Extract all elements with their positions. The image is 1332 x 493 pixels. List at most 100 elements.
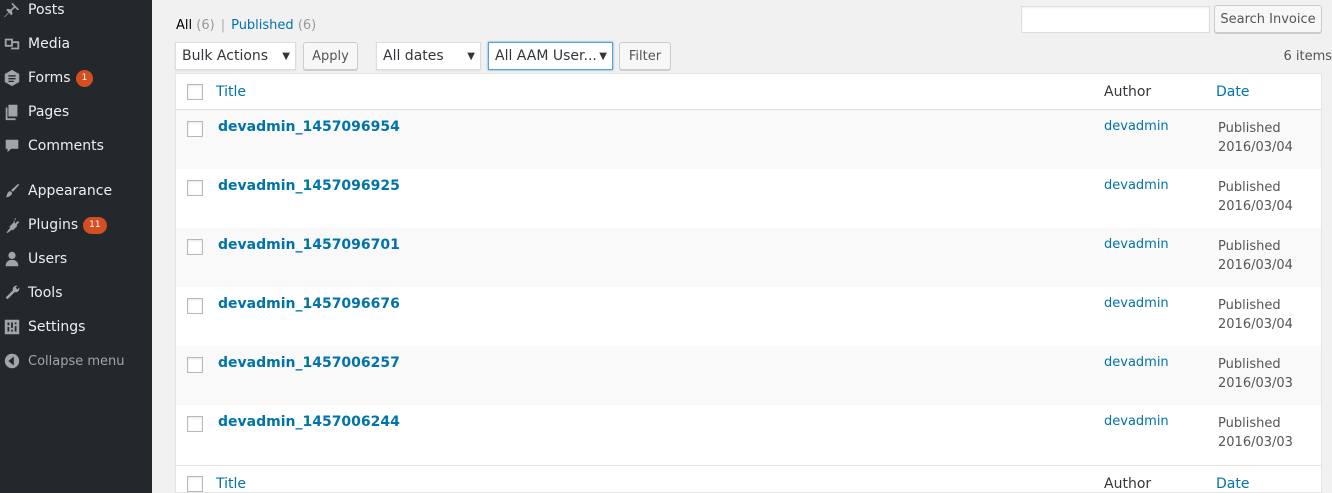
filter-all-link[interactable]: All (6) — [176, 18, 215, 33]
pin-icon — [2, 0, 22, 20]
row-date: 2016/03/04 — [1218, 317, 1293, 332]
update-count-badge: 11 — [83, 216, 107, 234]
row-checkbox[interactable] — [187, 180, 203, 196]
table-row: devadmin_1457096676 devadmin Published 20… — [176, 287, 1321, 346]
row-status: Published — [1218, 416, 1281, 431]
row-checkbox[interactable] — [187, 239, 203, 255]
filter-published-link[interactable]: Published (6) — [231, 18, 316, 33]
sidebar-item-label: Appearance — [28, 183, 113, 199]
row-status: Published — [1218, 239, 1281, 254]
row-title-link[interactable]: devadmin_1457006257 — [218, 355, 400, 371]
items-count: 6 items — [1283, 49, 1332, 64]
select-all-checkbox[interactable] — [187, 84, 203, 100]
comment-icon — [2, 136, 22, 156]
bulk-actions-select[interactable]: Bulk Actions ▼ — [175, 42, 296, 70]
table-row: devadmin_1457006257 devadmin Published 20… — [176, 346, 1321, 405]
table-header: Title Author Date — [176, 74, 1321, 110]
row-date: 2016/03/04 — [1218, 140, 1293, 155]
column-title-sort-footer[interactable]: Title — [216, 476, 246, 492]
admin-sidebar: Posts Media Forms 1 Pages Comments Appea… — [0, 0, 152, 493]
row-date: 2016/03/04 — [1218, 258, 1293, 273]
sidebar-item-pages[interactable]: Pages — [0, 95, 152, 129]
table-row: devadmin_1457096925 devadmin Published 20… — [176, 169, 1321, 228]
column-author-footer: Author — [1104, 476, 1152, 492]
sidebar-item-label: Pages — [28, 104, 70, 120]
row-author-link[interactable]: devadmin — [1104, 414, 1169, 429]
row-status: Published — [1218, 121, 1281, 136]
media-icon — [2, 34, 22, 54]
collapse-menu-label: Collapse menu — [28, 353, 125, 369]
row-author-link[interactable]: devadmin — [1104, 296, 1169, 311]
row-date-cell: Published 2016/03/04 — [1218, 296, 1293, 334]
row-checkbox[interactable] — [187, 298, 203, 314]
sidebar-item-plugins[interactable]: Plugins 11 — [0, 208, 152, 242]
dates-filter-value: All dates — [383, 48, 444, 64]
row-date: 2016/03/04 — [1218, 199, 1293, 214]
aam-users-value: All AAM User... — [495, 48, 597, 64]
select-all-checkbox-footer[interactable] — [187, 476, 203, 492]
sidebar-item-forms[interactable]: Forms 1 — [0, 61, 152, 95]
search-input[interactable] — [1021, 6, 1210, 33]
row-title-link[interactable]: devadmin_1457096925 — [218, 178, 400, 194]
sidebar-item-settings[interactable]: Settings — [0, 310, 152, 344]
main-content: All (6) | Published (6) Search Invoice Bul… — [152, 0, 1332, 493]
row-status: Published — [1218, 180, 1281, 195]
sidebar-item-media[interactable]: Media — [0, 27, 152, 61]
column-date-sort[interactable]: Date — [1216, 84, 1249, 100]
dropdown-arrow-icon: ▼ — [467, 51, 475, 62]
sidebar-item-label: Tools — [28, 285, 63, 301]
row-checkbox[interactable] — [187, 416, 203, 432]
sidebar-item-label: Users — [28, 251, 68, 267]
status-filter-links: All (6) | Published (6) — [176, 18, 316, 33]
row-author-link[interactable]: devadmin — [1104, 178, 1169, 193]
sidebar-item-label: Comments — [28, 138, 104, 154]
column-author: Author — [1104, 84, 1152, 100]
user-icon — [2, 249, 22, 269]
sidebar-item-comments[interactable]: Comments — [0, 129, 152, 163]
wrench-icon — [2, 283, 22, 303]
aam-users-select[interactable]: All AAM User... ▼ — [488, 42, 613, 70]
row-date-cell: Published 2016/03/04 — [1218, 178, 1293, 216]
collapse-icon — [2, 351, 22, 371]
dates-filter-select[interactable]: All dates ▼ — [376, 42, 481, 70]
search-invoice-button[interactable]: Search Invoice — [1214, 5, 1322, 33]
sidebar-item-appearance[interactable]: Appearance — [0, 174, 152, 208]
row-title-link[interactable]: devadmin_1457096954 — [218, 119, 400, 135]
sidebar-item-posts[interactable]: Posts — [0, 0, 152, 27]
row-author-link[interactable]: devadmin — [1104, 355, 1169, 370]
row-date-cell: Published 2016/03/03 — [1218, 414, 1293, 452]
apply-button[interactable]: Apply — [303, 42, 358, 70]
row-title-link[interactable]: devadmin_1457096676 — [218, 296, 400, 312]
row-author-link[interactable]: devadmin — [1104, 237, 1169, 252]
row-status: Published — [1218, 298, 1281, 313]
row-title-link[interactable]: devadmin_1457006244 — [218, 414, 400, 430]
table-row: devadmin_1457006244 devadmin Published 20… — [176, 405, 1321, 464]
filter-button[interactable]: Filter — [619, 42, 671, 70]
forms-icon — [2, 68, 22, 88]
sidebar-item-users[interactable]: Users — [0, 242, 152, 276]
row-checkbox[interactable] — [187, 357, 203, 373]
table-row: devadmin_1457096701 devadmin Published 20… — [176, 228, 1321, 287]
column-title-sort[interactable]: Title — [216, 84, 246, 100]
row-checkbox[interactable] — [187, 121, 203, 137]
plugin-icon — [2, 215, 22, 235]
filter-separator: | — [220, 18, 226, 33]
row-author-link[interactable]: devadmin — [1104, 119, 1169, 134]
sidebar-item-label: Plugins — [28, 217, 79, 233]
update-count-badge: 1 — [75, 69, 94, 87]
column-date-sort-footer[interactable]: Date — [1216, 476, 1249, 492]
row-status: Published — [1218, 357, 1281, 372]
sidebar-item-tools[interactable]: Tools — [0, 276, 152, 310]
collapse-menu-button[interactable]: Collapse menu — [0, 344, 152, 378]
row-date: 2016/03/03 — [1218, 435, 1293, 450]
row-title-link[interactable]: devadmin_1457096701 — [218, 237, 400, 253]
bulk-actions-value: Bulk Actions — [182, 48, 269, 64]
dropdown-arrow-icon: ▼ — [282, 51, 290, 62]
table-row: devadmin_1457096954 devadmin Published 20… — [176, 110, 1321, 169]
invoices-table: Title Author Date devadmin_1457096954 de… — [175, 73, 1322, 493]
row-date-cell: Published 2016/03/04 — [1218, 237, 1293, 275]
sidebar-item-label: Media — [28, 36, 71, 52]
dropdown-arrow-icon: ▼ — [599, 51, 607, 62]
row-date: 2016/03/03 — [1218, 376, 1293, 391]
sidebar-item-label: Forms — [28, 70, 71, 86]
